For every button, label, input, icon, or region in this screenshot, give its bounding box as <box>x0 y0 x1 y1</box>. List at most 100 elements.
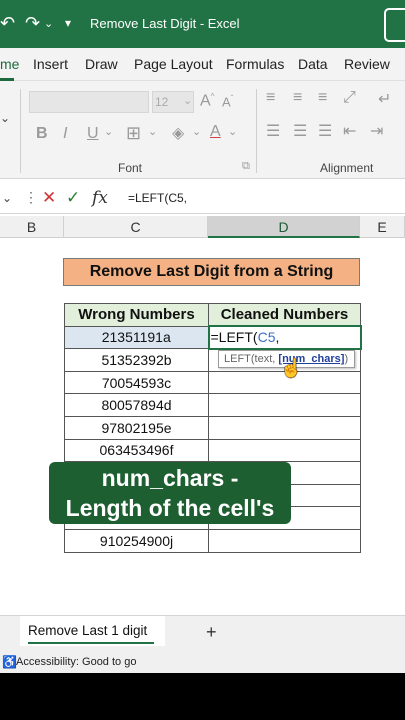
table-cell[interactable]: 51352392b <box>64 348 209 372</box>
table-cell[interactable] <box>208 393 361 417</box>
header-cleaned-numbers[interactable]: Cleaned Numbers <box>208 303 361 327</box>
status-bar: ♿ Accessibility: Good to go <box>0 651 405 673</box>
table-header-row: Wrong Numbers Cleaned Numbers <box>64 303 361 327</box>
tab-page-layout[interactable]: Page Layout <box>134 56 213 72</box>
accessibility-icon: ♿ <box>2 655 17 669</box>
table-row: 80057894d <box>64 393 361 417</box>
table-cell[interactable]: 063453496f <box>64 438 209 463</box>
formula-text: , <box>275 329 280 346</box>
chevron-down-icon[interactable]: ⌄ <box>228 125 237 138</box>
caption-line-2: Length of the cell's <box>65 495 275 521</box>
formula-bar: ⌄ ⋮ ✕ ✓ fx =LEFT(C5, <box>0 182 405 214</box>
wrap-text-icon[interactable]: ↵ <box>378 89 391 109</box>
active-cell[interactable]: =LEFT(C5, <box>207 325 362 350</box>
tab-draw[interactable]: Draw <box>85 56 118 72</box>
redo-icon[interactable]: ↷ <box>25 13 40 34</box>
tab-formulas[interactable]: Formulas <box>226 56 284 72</box>
tab-data[interactable]: Data <box>298 56 328 72</box>
increase-indent-icon[interactable]: ⇥ <box>370 121 383 141</box>
sheet-banner-title: Remove Last Digit from a String <box>63 258 360 286</box>
font-group-label: Font <box>118 161 143 175</box>
tooltip-signature: LEFT(text, <box>224 353 279 365</box>
font-color-icon[interactable]: A <box>210 123 221 141</box>
enter-icon[interactable]: ✓ <box>66 188 80 208</box>
hand-cursor-icon: ☝ <box>280 358 303 378</box>
table-cell[interactable]: 97802195e <box>64 415 209 440</box>
table-cell[interactable] <box>208 438 361 463</box>
insert-function-icon[interactable]: fx <box>92 188 108 208</box>
decrease-font-icon[interactable]: Aˇ <box>222 94 233 109</box>
table-cell[interactable] <box>208 415 361 440</box>
table-cell[interactable]: 21351191a <box>64 325 209 350</box>
table-row: 70054593c <box>64 370 361 395</box>
underline-button[interactable]: U <box>87 125 99 143</box>
caption-line-1: num_chars - <box>101 465 239 491</box>
ribbon: ⌄ 12 ⌄ A^ Aˇ B I U ⌄ ⊞ ⌄ ◈ ⌄ A ⌄ Font ⧉ … <box>0 81 405 179</box>
chevron-down-icon[interactable]: ⌄ <box>148 125 157 138</box>
align-right-icon[interactable]: ☰ <box>318 121 332 141</box>
window-control[interactable] <box>384 8 405 42</box>
divider <box>20 89 21 173</box>
font-size-box[interactable]: 12 ⌄ <box>152 91 194 113</box>
column-headers: B C D E <box>0 216 405 238</box>
add-sheet-button[interactable]: + <box>206 622 217 643</box>
sheet-tab-remove-last-1-digit[interactable]: Remove Last 1 digit <box>20 616 165 646</box>
bold-button[interactable]: B <box>36 125 48 143</box>
table-cell[interactable] <box>208 528 361 553</box>
font-size-value: 12 <box>155 95 169 109</box>
chevron-down-icon[interactable]: ⌄ <box>0 111 10 125</box>
cancel-icon[interactable]: ✕ <box>42 188 56 208</box>
align-center-icon[interactable]: ☰ <box>293 121 307 141</box>
chevron-down-icon[interactable]: ⌄ <box>192 125 201 138</box>
table-cell[interactable]: 80057894d <box>64 393 209 417</box>
tab-home[interactable]: me <box>0 56 19 72</box>
table-row: 21351191a =LEFT(C5, <box>64 325 362 350</box>
cell-reference: C5 <box>257 329 276 346</box>
font-name-box[interactable] <box>29 91 149 113</box>
undo-icon[interactable]: ↶ <box>0 13 15 34</box>
header-wrong-numbers[interactable]: Wrong Numbers <box>64 303 209 327</box>
table-cell[interactable]: 70054593c <box>64 370 209 395</box>
more-options-icon[interactable]: ⋮ <box>24 189 38 206</box>
table-row: 910254900j <box>64 528 361 553</box>
formula-input[interactable]: =LEFT(C5, <box>128 191 187 205</box>
table-row: 97802195e <box>64 415 361 440</box>
borders-icon[interactable]: ⊞ <box>126 123 141 144</box>
align-bottom-icon[interactable]: ≡ <box>318 89 327 107</box>
column-header-b[interactable]: B <box>0 216 64 238</box>
table-cell[interactable]: 910254900j <box>64 528 209 553</box>
dialog-launcher-icon[interactable]: ⧉ <box>242 160 250 173</box>
bottom-bar <box>0 673 405 720</box>
align-left-icon[interactable]: ☰ <box>266 121 280 141</box>
column-header-c[interactable]: C <box>64 216 208 238</box>
orientation-icon[interactable]: ⤢ <box>343 89 356 107</box>
tab-insert[interactable]: Insert <box>33 56 68 72</box>
align-top-icon[interactable]: ≡ <box>266 89 275 107</box>
alignment-group-label: Alignment <box>320 161 374 175</box>
column-header-d[interactable]: D <box>208 216 360 238</box>
tab-review[interactable]: Review <box>344 56 390 72</box>
ribbon-tabs: me Insert Draw Page Layout Formulas Data… <box>0 48 405 81</box>
align-middle-icon[interactable]: ≡ <box>293 89 302 107</box>
italic-button[interactable]: I <box>63 125 67 143</box>
title-bar: ↶ ↷ ⌄ ▾ Remove Last Digit - Excel <box>0 0 405 48</box>
decrease-indent-icon[interactable]: ⇤ <box>343 121 356 141</box>
chevron-down-icon: ⌄ <box>183 95 193 107</box>
tooltip-signature-end: ) <box>344 353 349 365</box>
sheet-tab-label: Remove Last 1 digit <box>28 623 148 638</box>
column-header-e[interactable]: E <box>360 216 405 238</box>
fill-color-icon[interactable]: ◈ <box>172 123 184 143</box>
active-sheet-indicator <box>28 642 154 644</box>
increase-font-icon[interactable]: A^ <box>200 92 214 110</box>
formula-text: =LEFT( <box>210 329 258 346</box>
quick-access-dropdown-icon[interactable]: ▾ <box>65 16 71 30</box>
sheet-tab-bar: Remove Last 1 digit + <box>0 615 405 651</box>
chevron-down-icon[interactable]: ⌄ <box>104 125 113 138</box>
accessibility-status[interactable]: Accessibility: Good to go <box>16 651 136 673</box>
table-row: 063453496f <box>64 438 361 463</box>
window-title: Remove Last Digit - Excel <box>90 16 240 31</box>
divider <box>256 89 257 173</box>
caption-overlay: num_chars - Length of the cell's <box>49 462 291 524</box>
chevron-down-icon[interactable]: ⌄ <box>2 191 12 205</box>
chevron-down-icon[interactable]: ⌄ <box>44 17 53 30</box>
